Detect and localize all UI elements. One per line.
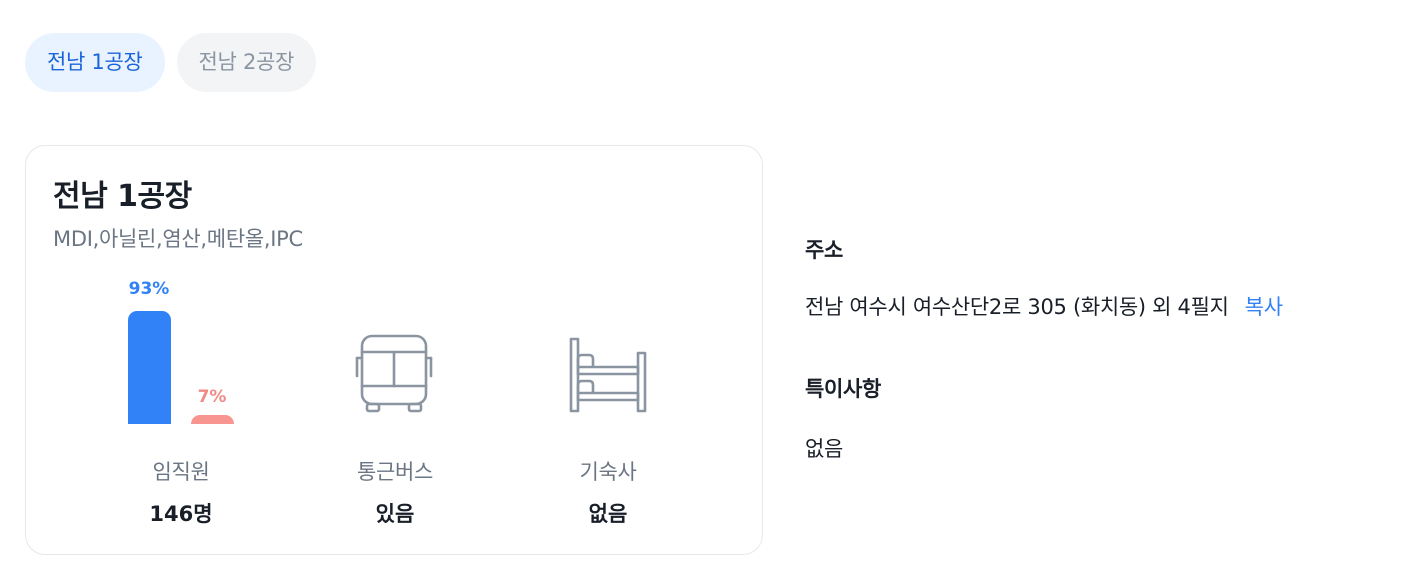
copy-address-link[interactable]: 복사: [1245, 295, 1283, 319]
factory-card: 전남 1공장 MDI,아닐린,염산,메탄올,IPC 93% 7% 임직원 146…: [25, 145, 763, 555]
address-row: 전남 여수시 여수산단2로 305 (화치동) 외 4필지 복사: [805, 291, 1385, 321]
bus-icon: [354, 334, 434, 418]
address-text: 전남 여수시 여수산단2로 305 (화치동) 외 4필지: [805, 295, 1229, 319]
bus-label: 통근버스: [356, 460, 434, 484]
employee-ratio-chart: 93% 7%: [126, 266, 246, 424]
stat-employees: 임직원 146명: [101, 456, 261, 528]
factory-products: MDI,아닐린,염산,메탄올,IPC: [53, 227, 303, 251]
stat-commute-bus: 통근버스 있음: [315, 456, 475, 528]
factory-tabs: 전남 1공장 전남 2공장: [25, 33, 317, 92]
factory-name: 전남 1공장: [53, 179, 192, 214]
employees-label: 임직원: [152, 460, 210, 484]
tab-jeonnam-factory-2[interactable]: 전남 2공장: [176, 33, 317, 92]
secondary-percent-label: 7%: [197, 387, 227, 407]
stat-dormitory: 기숙사 없음: [528, 456, 688, 528]
dorm-label: 기숙사: [579, 460, 637, 484]
secondary-bar: [191, 415, 234, 424]
employees-value: 146명: [149, 502, 213, 526]
primary-percent-label: 93%: [128, 279, 170, 299]
bus-value: 있음: [375, 502, 415, 526]
factory-info-panel: 주소 전남 여수시 여수산단2로 305 (화치동) 외 4필지 복사 특이사항 …: [805, 234, 1385, 463]
notes-text: 없음: [805, 437, 844, 461]
address-label: 주소: [805, 238, 844, 262]
notes-label: 특이사항: [805, 377, 882, 401]
dorm-value: 없음: [588, 502, 628, 526]
bunk-bed-icon: [569, 337, 649, 417]
primary-bar: [128, 311, 171, 424]
tab-jeonnam-factory-1[interactable]: 전남 1공장: [25, 33, 165, 92]
